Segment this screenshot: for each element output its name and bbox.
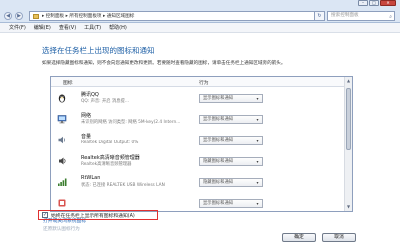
item-detail: 未识别的网络 访问类型: 网络 5M-key(2.4 Intern... <box>81 120 181 125</box>
item-name: RtWLan <box>81 175 101 181</box>
page-description: 如果选择隐藏图标和通知，则不会向您通知更改和更新。若要随时查看隐藏的图标，请单击… <box>42 61 286 66</box>
behavior-value: 隐藏图标和通知 <box>203 159 234 164</box>
content-area: 选择在任务栏上出现的图标和通知 如果选择隐藏图标和通知，则不会向您通知更改和更新… <box>0 33 400 240</box>
chevron-down-icon: ▾ <box>256 138 259 143</box>
search-input[interactable]: 搜索控制面板 ⌕ <box>327 11 395 21</box>
behavior-dropdown[interactable]: 显示图标和通知 ▾ <box>199 115 263 124</box>
control-panel-folder-icon <box>33 13 39 19</box>
behavior-value: 显示图标和通知 <box>203 96 234 101</box>
scroll-up-icon[interactable]: ▲ <box>345 77 352 85</box>
app-icon <box>58 199 66 207</box>
list-item: 腾讯QQ QQ: 声音: 开启 消息提... 显示图标和通知 ▾ <box>51 88 345 109</box>
menu-help[interactable]: 帮助(H) <box>109 24 127 31</box>
back-arrow-icon[interactable]: ◀ <box>4 12 12 20</box>
item-detail: Realtek高清晰音频管理器 <box>81 162 132 167</box>
behavior-dropdown[interactable]: 显示图标和通知 ▾ <box>199 94 263 103</box>
item-name: 腾讯QQ <box>81 92 99 98</box>
notification-icons-list: 图标 行为 腾讯QQ QQ: 声音: 开启 消息提... 显示图标和通知 ▾ 网络… <box>50 76 353 212</box>
search-placeholder: 搜索控制面板 <box>331 13 359 18</box>
list-item: RtWLan 状态: 已连接 REALTEK USB Wireless LAN … <box>51 172 345 193</box>
minimize-button[interactable]: – <box>358 0 368 6</box>
navigation-bar: ◀ ▶ ▸ 控制面板 ▸ 所有控制面板项 ▸ 通知区域图标 ↻ 搜索控制面板 ⌕ <box>0 8 400 23</box>
behavior-dropdown[interactable]: 显示图标和通知 ▾ <box>199 136 263 145</box>
window-title-bar: – □ ✕ <box>0 0 400 8</box>
refresh-icon[interactable]: ↻ <box>315 11 325 21</box>
window-controls: – □ ✕ <box>358 0 396 8</box>
breadcrumb: ▸ 控制面板 ▸ 所有控制面板项 ▸ 通知区域图标 <box>42 14 135 19</box>
qq-penguin-icon <box>58 94 66 103</box>
always-show-label: 始终在任务栏上显示所有图标和通知(A) <box>51 213 135 219</box>
chevron-down-icon: ▾ <box>256 96 259 101</box>
item-name: 网络 <box>81 113 92 119</box>
item-name: 音量 <box>81 134 92 140</box>
list-item: 音量 Realtek Digital Output: 0% 显示图标和通知 ▾ <box>51 130 345 151</box>
item-detail: 状态: 已连接 REALTEK USB Wireless LAN <box>81 183 165 188</box>
restore-defaults-link[interactable]: 还原默认图标行为 <box>43 226 80 232</box>
behavior-value: 显示图标和通知 <box>203 138 234 143</box>
search-icon: ⌕ <box>389 14 392 20</box>
behavior-dropdown[interactable]: 显示图标和通知 ▾ <box>199 199 263 208</box>
always-show-checkbox[interactable]: ✓ <box>42 212 48 218</box>
scrollbar-thumb[interactable] <box>346 88 351 150</box>
list-scrollbar[interactable]: ▲ ▼ <box>344 77 352 211</box>
menu-bar: 文件(F) 编辑(E) 查看(V) 工具(T) 帮助(H) <box>0 23 400 33</box>
behavior-value: 隐藏图标和通知 <box>203 180 234 185</box>
column-header-icon: 图标 <box>63 81 73 86</box>
always-show-all-icons-option[interactable]: ✓ 始终在任务栏上显示所有图标和通知(A) <box>38 210 158 220</box>
behavior-value: 显示图标和通知 <box>203 117 234 122</box>
page-title: 选择在任务栏上出现的图标和通知 <box>42 46 155 55</box>
close-button[interactable]: ✕ <box>380 0 396 6</box>
maximize-button[interactable]: □ <box>369 0 379 6</box>
item-detail: Realtek Digital Output: 0% <box>81 140 139 145</box>
list-item: Realtek高清晰音频管理器 Realtek高清晰音频管理器 隐藏图标和通知 ▾ <box>51 151 345 172</box>
list-header: 图标 行为 <box>51 77 352 87</box>
chevron-down-icon: ▾ <box>256 159 259 164</box>
column-header-behavior: 行为 <box>199 81 209 86</box>
menu-view[interactable]: 查看(V) <box>59 24 76 31</box>
behavior-value: 显示图标和通知 <box>203 201 234 206</box>
network-icon <box>57 115 67 124</box>
behavior-dropdown[interactable]: 隐藏图标和通知 ▾ <box>199 178 263 187</box>
scroll-down-icon[interactable]: ▼ <box>345 203 352 211</box>
speaker-icon <box>58 136 65 144</box>
item-name: Realtek高清晰音频管理器 <box>81 155 140 161</box>
chevron-down-icon: ▾ <box>256 117 259 122</box>
address-bar[interactable]: ▸ 控制面板 ▸ 所有控制面板项 ▸ 通知区域图标 <box>29 11 315 21</box>
list-item: 网络 未识别的网络 访问类型: 网络 5M-key(2.4 Intern... … <box>51 109 345 130</box>
wireless-icon <box>58 178 67 186</box>
menu-tools[interactable]: 工具(T) <box>84 24 101 31</box>
menu-edit[interactable]: 编辑(E) <box>34 24 51 31</box>
cancel-button[interactable]: 取消 <box>322 233 356 242</box>
forward-arrow-icon[interactable]: ▶ <box>15 12 23 20</box>
ok-button[interactable]: 确定 <box>282 233 316 242</box>
chevron-down-icon: ▾ <box>256 180 259 185</box>
realtek-audio-icon <box>59 157 66 165</box>
behavior-dropdown[interactable]: 隐藏图标和通知 ▾ <box>199 157 263 166</box>
chevron-down-icon: ▾ <box>256 201 259 206</box>
item-detail: QQ: 声音: 开启 消息提... <box>81 99 129 104</box>
menu-file[interactable]: 文件(F) <box>9 24 26 31</box>
